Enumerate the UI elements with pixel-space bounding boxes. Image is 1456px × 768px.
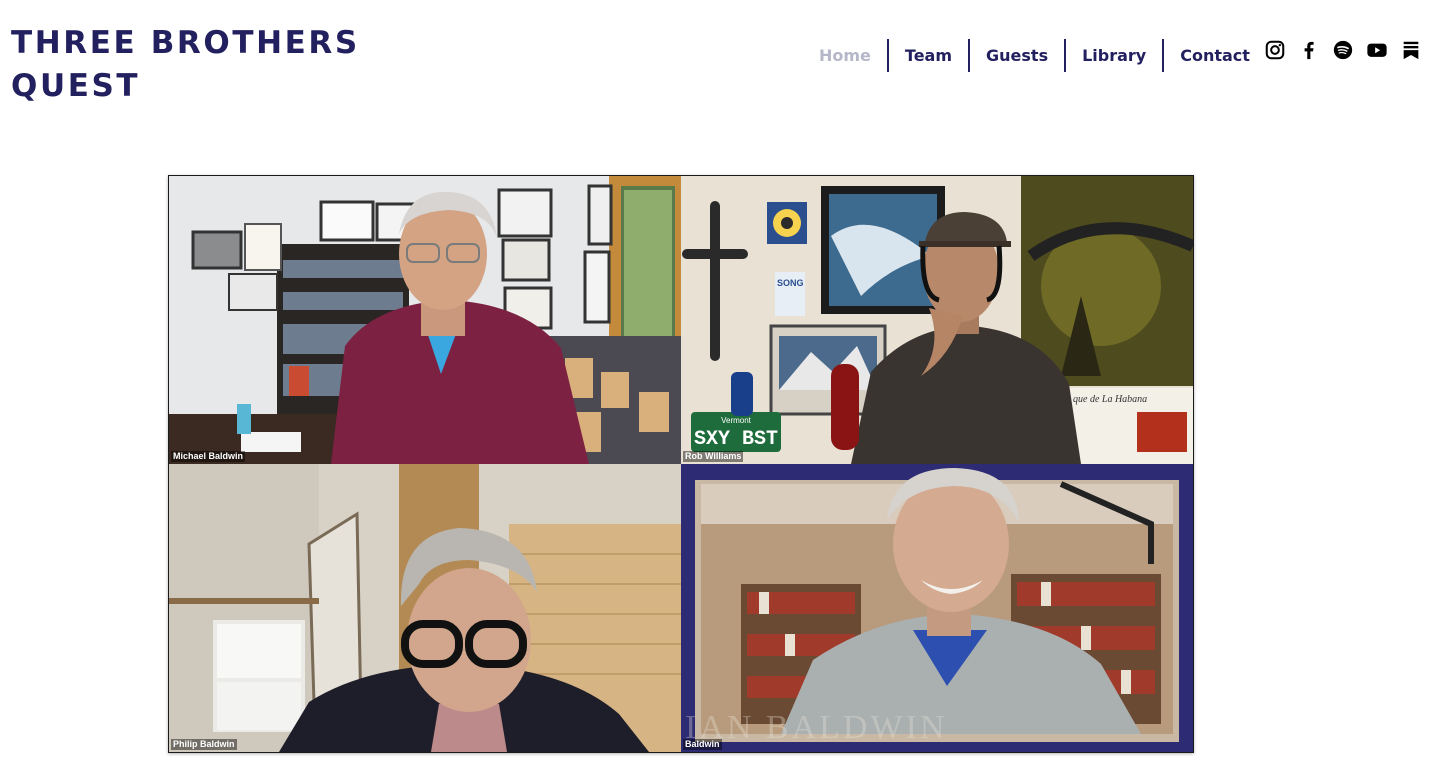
- participant-name-label: Rob Williams: [683, 451, 744, 462]
- room-scene-image: [169, 176, 681, 464]
- site-title-line-1: THREE BROTHERS: [11, 25, 360, 61]
- name-watermark: IAN BALDWIN: [685, 709, 948, 746]
- participant-name-label: Baldwin: [683, 739, 722, 750]
- nav-home[interactable]: Home: [803, 39, 887, 72]
- nav-contact[interactable]: Contact: [1162, 39, 1266, 72]
- site-title[interactable]: THREE BROTHERS QUEST: [11, 22, 360, 108]
- spotify-icon[interactable]: [1332, 38, 1354, 62]
- video-call-screenshot: Michael Baldwin SONG Vermont SXY BST que…: [168, 175, 1194, 753]
- wall-text: que de La Habana: [1073, 394, 1147, 405]
- song-poster-text: SONG: [777, 278, 804, 288]
- room-scene-image: [169, 464, 681, 752]
- participant-tile-philip: Philip Baldwin: [169, 464, 681, 752]
- participant-name-label: Philip Baldwin: [171, 739, 237, 750]
- nav-guests[interactable]: Guests: [968, 39, 1064, 72]
- nav-library[interactable]: Library: [1064, 39, 1162, 72]
- participant-tile-ian: IAN BALDWIN Baldwin: [681, 464, 1193, 752]
- room-scene-image: SONG Vermont SXY BST que de La Habana: [681, 176, 1193, 464]
- facebook-icon[interactable]: [1298, 38, 1320, 62]
- substack-icon[interactable]: [1400, 38, 1422, 62]
- nav-team[interactable]: Team: [886, 39, 968, 72]
- participant-tile-rob: SONG Vermont SXY BST que de La Habana Ro…: [681, 176, 1193, 464]
- main-nav: Home Team Guests Library Contact: [803, 39, 1266, 72]
- social-links: [1264, 38, 1422, 62]
- participant-name-label: Michael Baldwin: [171, 451, 246, 462]
- license-plate-state: Vermont: [721, 416, 752, 425]
- license-plate-text: SXY BST: [694, 428, 778, 451]
- participant-tile-michael: Michael Baldwin: [169, 176, 681, 464]
- youtube-icon[interactable]: [1366, 38, 1388, 62]
- instagram-icon[interactable]: [1264, 38, 1286, 62]
- site-title-line-2: QUEST: [11, 68, 141, 104]
